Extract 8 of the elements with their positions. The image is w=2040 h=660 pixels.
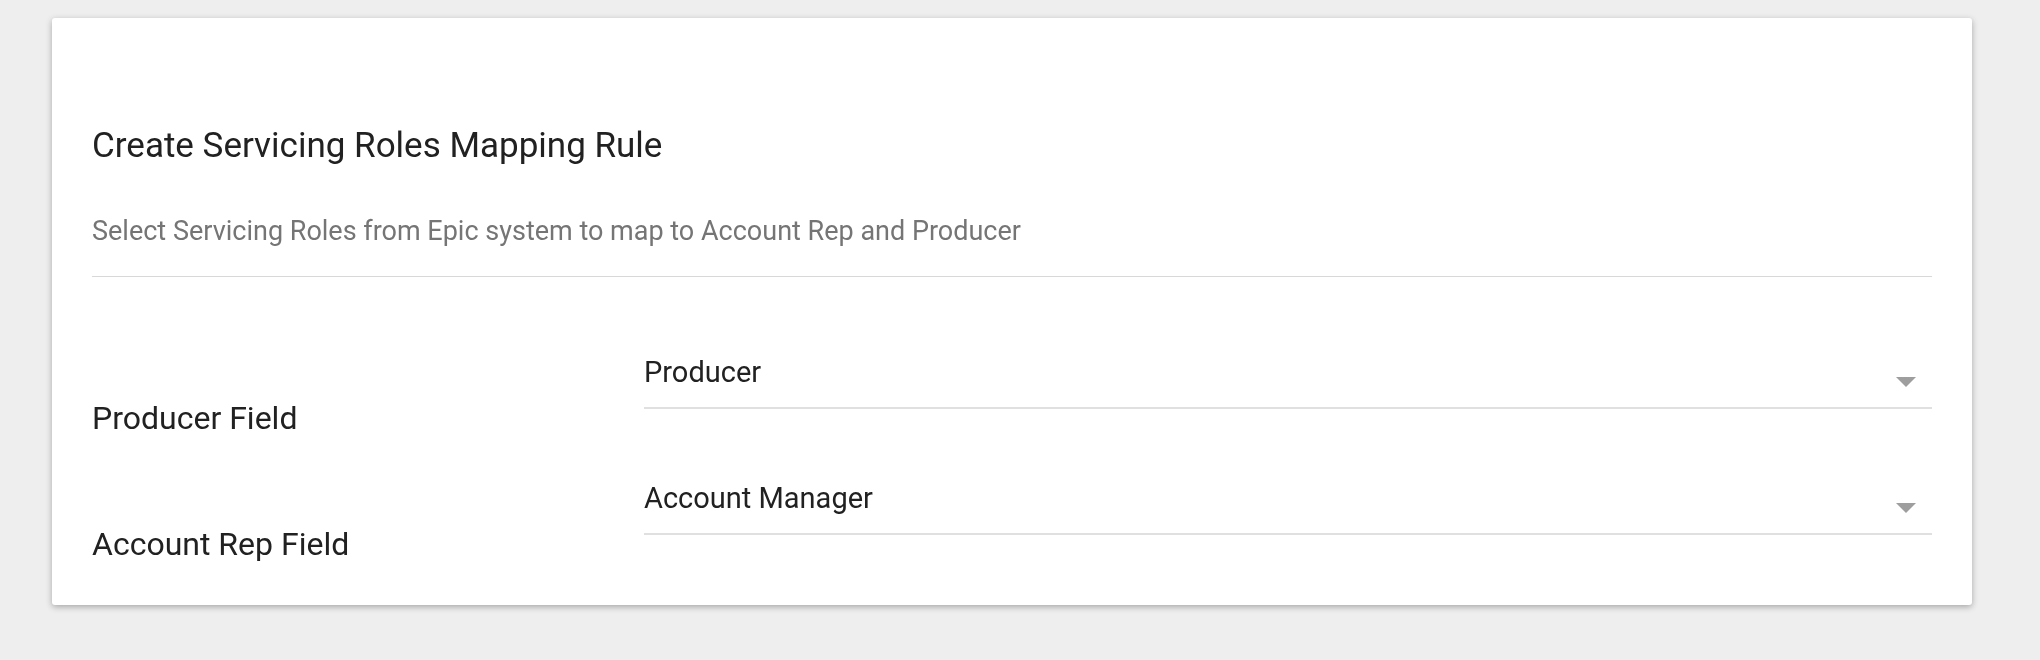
select-field[interactable]: Producer [644, 347, 1932, 409]
dropdown-caret-icon [1896, 503, 1916, 513]
dropdown-caret-icon [1896, 377, 1916, 387]
field-label: Account Rep Field [92, 525, 351, 565]
card-subtitle: Select Servicing Roles from Epic system to map to Account Rep and Producer [92, 214, 1932, 277]
card-title: Create Servicing Roles Mapping Rule [92, 124, 664, 168]
select-field[interactable]: Account Manager [644, 473, 1932, 535]
field-label: Producer Field [92, 399, 299, 439]
